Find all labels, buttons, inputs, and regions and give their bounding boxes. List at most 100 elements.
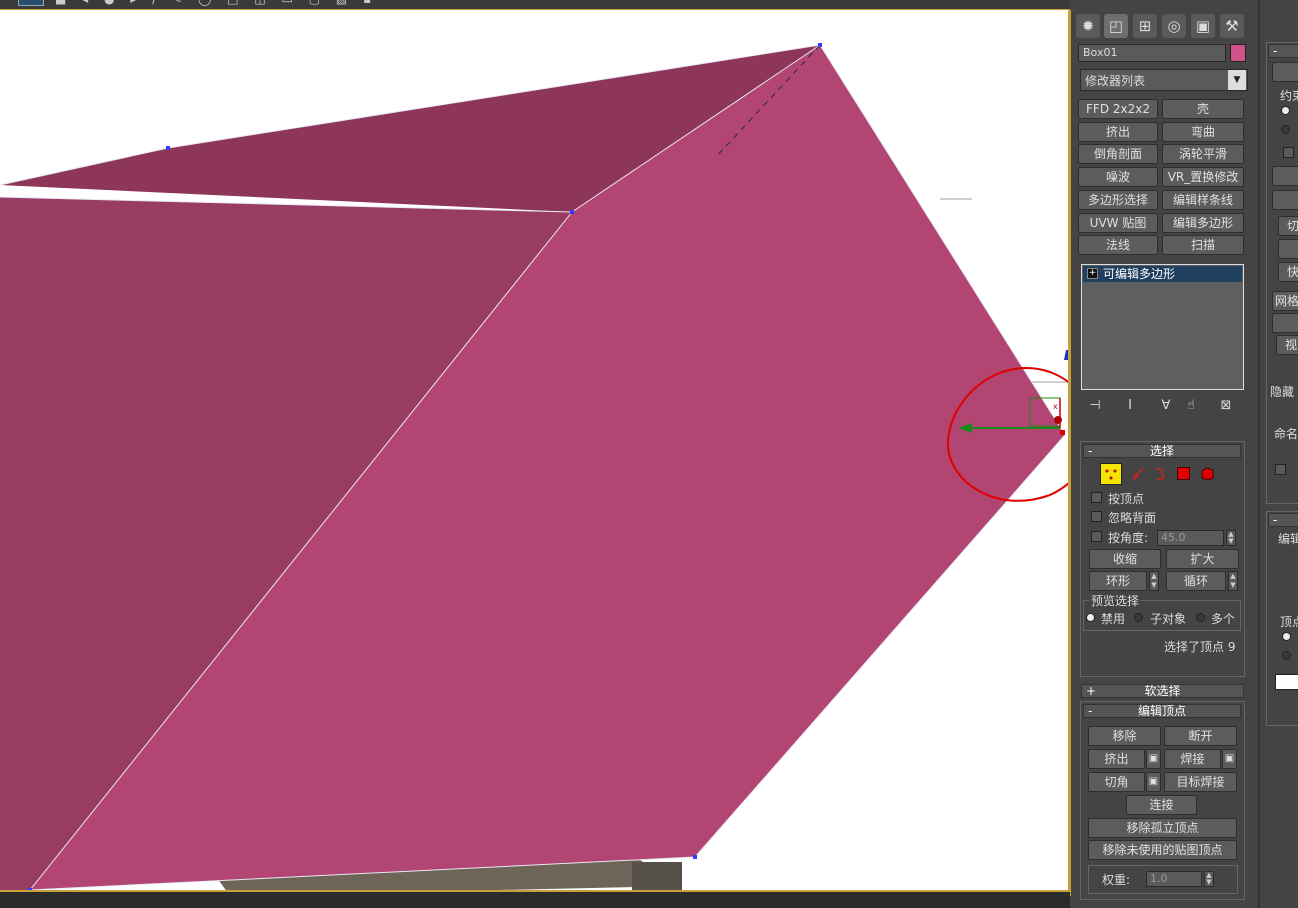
modifier-button-bend[interactable]: 弯曲 [1162, 122, 1244, 142]
weight-spinner-field[interactable]: 1.0 [1146, 871, 1202, 887]
color-swatch[interactable] [1275, 674, 1298, 690]
secondary-button[interactable] [1272, 190, 1298, 210]
chevron-down-icon[interactable]: ▼ [1228, 70, 1246, 90]
modifier-list-dropdown[interactable]: 修改器列表 [1080, 69, 1248, 91]
modifier-button-ffd[interactable]: FFD 2x2x2 [1078, 99, 1158, 119]
tool-glyph[interactable]: ◂ [82, 0, 94, 6]
motion-tab-icon[interactable]: ◎ [1162, 14, 1186, 38]
modifier-button-turbosmooth[interactable]: 涡轮平滑 [1162, 144, 1244, 164]
angle-spinner-field[interactable]: 45.0 [1157, 530, 1224, 546]
pin-stack-icon[interactable]: ⊣ [1086, 397, 1104, 415]
edge-mode-icon[interactable] [1131, 466, 1145, 482]
tool-glyph[interactable]: / [152, 0, 162, 6]
modifier-button-edit-spline[interactable]: 编辑样条线 [1162, 190, 1244, 210]
secondary-radio[interactable] [1282, 632, 1291, 641]
vertex[interactable] [693, 855, 697, 859]
modifier-button-shell[interactable]: 壳 [1162, 99, 1244, 119]
preview-subobject-radio[interactable] [1134, 613, 1143, 622]
shrink-button[interactable]: 收缩 [1089, 549, 1161, 569]
hierarchy-tab-icon[interactable]: ⊞ [1133, 14, 1157, 38]
tool-glyph[interactable]: ● [104, 0, 120, 6]
secondary-button[interactable] [1272, 62, 1298, 82]
selection-rollout-header[interactable]: - 选择 [1083, 444, 1241, 458]
vertex[interactable] [166, 146, 170, 150]
modifier-button-uvw-map[interactable]: UVW 贴图 [1078, 213, 1158, 233]
modifier-button-normal[interactable]: 法线 [1078, 235, 1158, 255]
target-weld-button[interactable]: 目标焊接 [1164, 772, 1237, 792]
grow-button[interactable]: 扩大 [1166, 549, 1239, 569]
secondary-checkbox[interactable] [1283, 147, 1294, 158]
view-button[interactable]: 视 [1276, 335, 1298, 355]
tool-glyph[interactable]: □ [227, 0, 244, 6]
edit-vertices-rollout-header[interactable]: - 编辑顶点 [1083, 704, 1241, 718]
perspective-viewport[interactable]: x [0, 10, 1070, 896]
modifier-button-edit-poly[interactable]: 编辑多边形 [1162, 213, 1244, 233]
tool-glyph[interactable]: ▢ [309, 0, 326, 6]
by-angle-checkbox[interactable] [1091, 531, 1102, 542]
display-tab-icon[interactable]: ▣ [1191, 14, 1215, 38]
loop-spinner-arrows[interactable]: ▲ ▼ [1228, 571, 1238, 591]
vertex[interactable] [570, 210, 574, 214]
scene-svg[interactable]: x [0, 10, 1070, 896]
extrude-vertex-button[interactable]: 挤出 [1088, 749, 1145, 769]
preview-disabled-radio[interactable] [1086, 613, 1095, 622]
selected-vertex[interactable] [1060, 430, 1065, 435]
remove-modifier-icon[interactable]: ☝ [1182, 397, 1200, 415]
configure-sets-icon[interactable]: ⊠ [1217, 397, 1235, 415]
chamfer-button[interactable]: 切角 [1088, 772, 1145, 792]
modify-tab-icon[interactable]: ◰ [1104, 14, 1128, 38]
modifier-button-poly-select[interactable]: 多边形选择 [1078, 190, 1158, 210]
border-mode-icon[interactable] [1154, 466, 1166, 482]
active-tool-button[interactable] [18, 0, 44, 6]
secondary-button[interactable] [1272, 313, 1298, 333]
weld-settings-icon[interactable]: ▣ [1222, 749, 1237, 769]
ring-spinner-arrows[interactable]: ▲ ▼ [1149, 571, 1159, 591]
connect-button[interactable]: 连接 [1126, 795, 1197, 815]
break-button[interactable]: 断开 [1164, 726, 1237, 746]
weight-spinner-arrows[interactable]: ▲ ▼ [1204, 871, 1214, 887]
remove-isolated-vertices-button[interactable]: 移除孤立顶点 [1088, 818, 1237, 838]
mesh-button[interactable]: 网格 [1272, 291, 1298, 311]
vertex-mode-icon[interactable] [1100, 463, 1122, 485]
remove-unused-map-vertices-button[interactable]: 移除未使用的贴图顶点 [1088, 840, 1237, 860]
ignore-backfacing-checkbox[interactable] [1091, 511, 1102, 522]
tool-glyph[interactable]: ✎ [172, 0, 188, 6]
remove-vertex-button[interactable]: 移除 [1088, 726, 1161, 746]
expand-icon[interactable]: + [1087, 268, 1098, 279]
loop-button[interactable]: 循环 [1166, 571, 1226, 591]
extrude-settings-icon[interactable]: ▣ [1146, 749, 1161, 769]
gizmo-center[interactable] [1054, 416, 1062, 424]
modifier-button-vr-displacement[interactable]: VR_置换修改 [1162, 167, 1244, 187]
soft-selection-rollout-header[interactable]: + 软选择 [1081, 684, 1244, 698]
modifier-button-noise[interactable]: 噪波 [1078, 167, 1158, 187]
element-mode-icon[interactable] [1200, 466, 1215, 481]
weld-button[interactable]: 焊接 [1164, 749, 1221, 769]
tool-glyph[interactable]: ▪ [363, 0, 377, 6]
preview-multi-radio[interactable] [1196, 613, 1205, 622]
modifier-button-bevel-profile[interactable]: 倒角剖面 [1078, 144, 1158, 164]
by-vertex-checkbox[interactable] [1091, 492, 1102, 503]
secondary-button[interactable] [1278, 239, 1298, 259]
vertex[interactable] [818, 43, 822, 47]
quick-button[interactable]: 快 [1278, 262, 1298, 282]
ring-button[interactable]: 环形 [1089, 571, 1147, 591]
object-name-field[interactable]: Box01 [1078, 44, 1226, 62]
constraint-radio[interactable] [1281, 125, 1290, 134]
tool-glyph[interactable]: ◫ [254, 0, 271, 6]
slice-button[interactable]: 切 [1278, 216, 1298, 236]
utilities-tab-icon[interactable]: ⚒ [1220, 14, 1244, 38]
show-end-result-icon[interactable]: I [1121, 397, 1139, 415]
secondary-rollout-header[interactable]: - [1268, 44, 1298, 58]
polygon-mode-icon[interactable] [1177, 467, 1190, 480]
chamfer-settings-icon[interactable]: ▣ [1146, 772, 1161, 792]
tool-glyph[interactable]: ▸ [130, 0, 142, 6]
tool-glyph[interactable]: ▧ [336, 0, 353, 6]
make-unique-icon[interactable]: ∀ [1157, 397, 1175, 415]
tool-glyph[interactable]: ▭ [282, 0, 299, 6]
object-color-swatch[interactable] [1230, 44, 1246, 62]
modifier-button-extrude[interactable]: 挤出 [1078, 122, 1158, 142]
secondary-radio[interactable] [1282, 651, 1291, 660]
secondary-button[interactable] [1272, 166, 1298, 186]
tool-glyph[interactable]: ■ [55, 0, 72, 6]
tool-glyph[interactable]: ◯ [198, 0, 217, 6]
